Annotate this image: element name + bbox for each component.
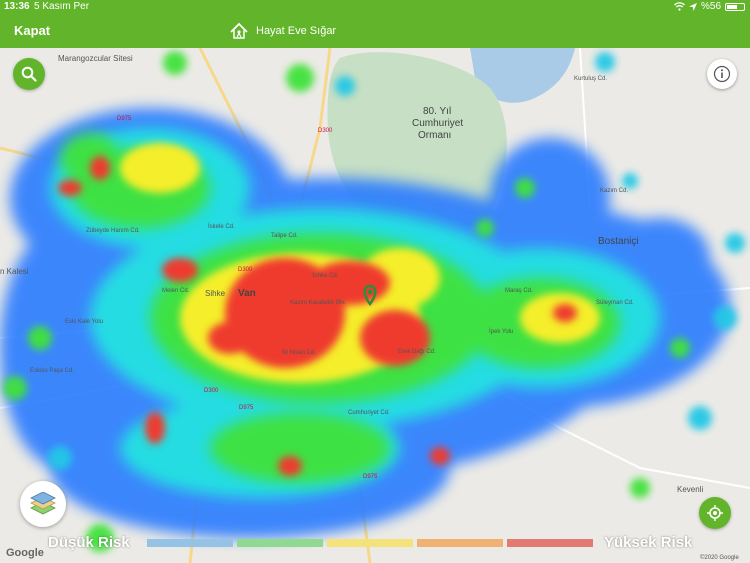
street-label: Talipe Cd. [271,233,298,239]
map-copyright: ©2020 Google [700,555,739,561]
street-label: Eskisu Paşa Cd. [30,368,75,374]
street-label: Erek Dağı Cd. [398,349,436,355]
place-label: Kevenli [677,485,704,494]
legend-swatch [327,539,413,547]
place-label: Marangozcular Sitesi [58,54,133,63]
status-bar: 13:36 5 Kasım Per %56 [0,0,750,14]
street-label: Cumhuriyet Cd. [348,410,390,416]
app-screen: 13:36 5 Kasım Per %56 Kapat Hayat Eve Sı… [0,0,750,563]
street-label: Maraş Cd. [505,288,533,294]
wifi-icon [674,2,685,11]
battery-icon [725,2,745,11]
legend-swatch [147,539,233,547]
battery-percent: %56 [700,1,721,12]
app-title: Hayat Eve Sığar [228,20,336,42]
search-icon [21,66,37,82]
place-label: Cumhuriyet [412,118,464,129]
place-label: Ormanı [418,130,452,141]
risk-heatmap[interactable]: Marangozcular Sitesi 80. Yıl Cumhuriyet … [0,48,750,563]
street-label: Kazım Karabekir Blv. [290,300,346,306]
location-arrow-icon [688,2,697,11]
status-time: 13:36 [4,1,30,12]
legend-swatch [417,539,503,547]
place-label: n Kalesi [0,267,29,276]
road-label: D300 [238,267,253,273]
map-base [0,48,750,563]
close-button[interactable]: Kapat [14,23,50,38]
legend-low-label: Düşük Risk [48,534,130,551]
info-icon [713,65,731,83]
street-label: Kazım Cd. [600,188,629,194]
street-label: İskele Cd. [208,224,235,230]
map-layers-button[interactable] [20,481,66,527]
my-location-button[interactable] [699,497,731,529]
street-label: Eski Kale Yolu [65,319,104,325]
street-label: İki Nisan Cd. [282,350,317,356]
status-right: %56 [674,1,745,12]
place-label: Van [238,288,256,299]
road-label: D300 [204,388,219,394]
place-label: 80. Yıl [423,106,452,117]
info-button[interactable] [707,59,737,89]
street-label: Kurtuluş Cd. [574,76,608,82]
status-date: 5 Kasım Per [34,1,90,12]
street-label: İpek Yolu [489,329,514,335]
place-label: Sihke [205,289,226,298]
nav-bar: Kapat Hayat Eve Sığar [0,14,750,48]
street-label: Zübeyde Hanım Cd. [86,228,140,234]
legend-swatch [237,539,323,547]
google-logo: Google [6,547,44,559]
road-label: D300 [318,128,333,134]
hayat-eve-sigar-logo [230,22,248,39]
legend-high-label: Yüksek Risk [604,534,693,551]
street-label: Sıhke Cd. [312,273,339,279]
legend-swatch [507,539,593,547]
place-label: Bostaniçi [598,236,639,247]
street-label: Melen Cd. [162,288,190,294]
location-target-icon [707,505,723,521]
road-label: D975 [363,474,378,480]
search-button[interactable] [13,58,45,90]
street-label: Süleyman Cd. [596,300,634,306]
road-label: D975 [239,405,254,411]
risk-legend: Düşük Risk Yüksek Risk [0,530,750,555]
map-layers-icon [30,492,56,515]
app-title-text: Hayat Eve Sığar [256,25,337,37]
road-label: D975 [117,116,132,122]
